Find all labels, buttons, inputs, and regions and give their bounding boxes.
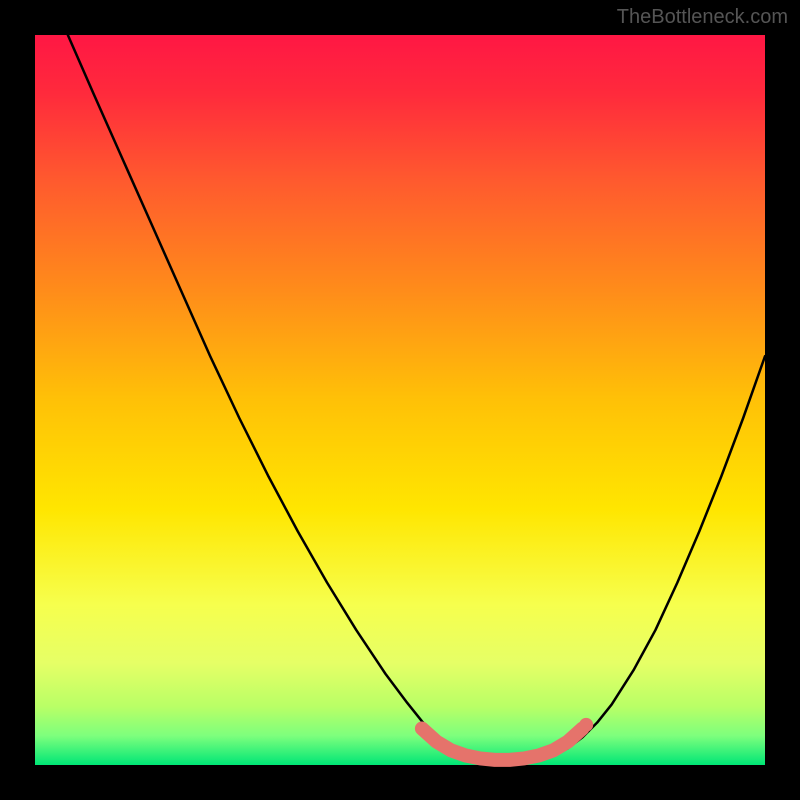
chart-svg	[0, 0, 800, 800]
point-highlight_end_dot	[579, 718, 593, 732]
watermark-label: TheBottleneck.com	[617, 6, 788, 29]
plot-background	[35, 35, 765, 765]
bottleneck-curve-chart: TheBottleneck.com	[0, 0, 800, 800]
